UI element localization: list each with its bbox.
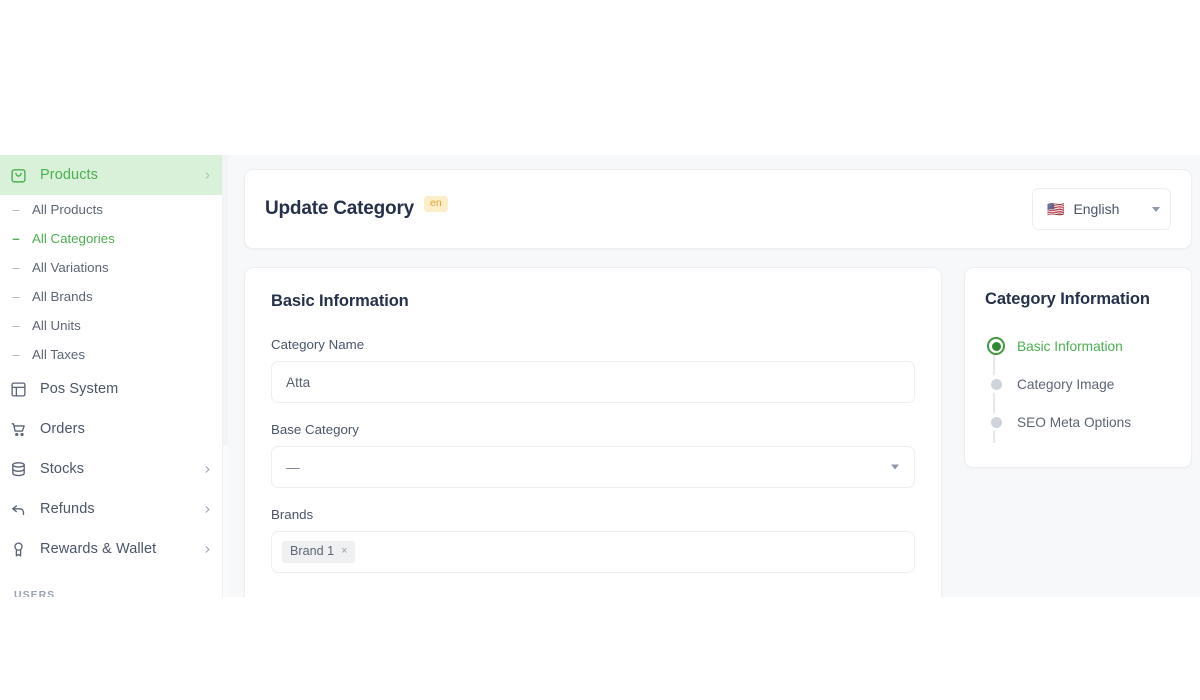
chevron-right-icon — [200, 542, 214, 556]
field-category-name: Category Name — [271, 337, 915, 403]
award-icon — [8, 539, 28, 559]
sidebar-item-products[interactable]: Products — [0, 155, 228, 195]
app-viewport: Products – All Products – All Categories… — [0, 155, 1200, 597]
category-information-heading: Category Information — [985, 290, 1150, 308]
page-title-wrap: Update Category en — [265, 196, 448, 220]
chevron-right-icon — [200, 462, 214, 476]
bag-icon — [8, 165, 28, 185]
step-seo-meta-options[interactable]: SEO Meta Options — [987, 403, 1171, 441]
brands-input[interactable]: Brand 1 × — [271, 531, 915, 573]
sidebar-subitem-all-products[interactable]: – All Products — [0, 195, 228, 224]
sidebar-section-users: USERS — [14, 589, 56, 597]
sidebar-item-label: Refunds — [40, 501, 95, 517]
main-content: Update Category en 🇺🇸 English Basic Info… — [228, 155, 1200, 597]
sidebar-item-label: Pos System — [40, 381, 119, 397]
sidebar-subitem-label: All Categories — [32, 231, 115, 246]
flag-us-icon: 🇺🇸 — [1047, 201, 1065, 217]
sidebar-scrollbar-thumb[interactable] — [223, 155, 228, 445]
sidebar: Products – All Products – All Categories… — [0, 155, 228, 597]
base-category-select[interactable]: — — [271, 446, 915, 488]
category-information-card: Category Information Basic Information C… — [964, 267, 1192, 468]
field-base-category: Base Category — — [271, 422, 915, 488]
layout-grid-icon — [8, 379, 28, 399]
sidebar-subitem-all-brands[interactable]: – All Brands — [0, 282, 228, 311]
category-information-stepper: Basic Information Category Image SEO Met… — [985, 327, 1171, 443]
step-category-image[interactable]: Category Image — [987, 365, 1171, 403]
chevron-right-icon — [200, 502, 214, 516]
dash-bullet-icon: – — [12, 231, 20, 246]
sidebar-subitems-products: – All Products – All Categories – All Va… — [0, 195, 228, 369]
category-name-label: Category Name — [271, 337, 365, 352]
step-label: Category Image — [1017, 376, 1115, 392]
step-dot-icon — [987, 413, 1005, 431]
sidebar-item-rewards-wallet[interactable]: Rewards & Wallet — [0, 529, 228, 569]
step-basic-information[interactable]: Basic Information — [987, 327, 1171, 365]
sidebar-subitem-all-units[interactable]: – All Units — [0, 311, 228, 340]
sidebar-subitem-label: All Units — [32, 318, 81, 333]
step-label: SEO Meta Options — [1017, 414, 1132, 430]
step-dot-icon — [987, 375, 1005, 393]
brands-label: Brands — [271, 507, 314, 522]
sidebar-item-label: Rewards & Wallet — [40, 541, 157, 557]
sidebar-item-label: Products — [40, 167, 99, 183]
database-icon — [8, 459, 28, 479]
language-badge: en — [424, 196, 448, 212]
dash-bullet-icon: – — [12, 347, 20, 362]
sidebar-subitem-label: All Taxes — [32, 347, 85, 362]
sidebar-subitem-all-taxes[interactable]: – All Taxes — [0, 340, 228, 369]
step-label: Basic Information — [1017, 338, 1123, 354]
sidebar-subitem-label: All Products — [32, 202, 103, 217]
dash-bullet-icon: – — [12, 318, 20, 333]
sidebar-item-orders[interactable]: Orders — [0, 409, 228, 449]
brand-chip-label: Brand 1 — [290, 543, 335, 558]
chevron-down-icon — [1152, 206, 1160, 212]
page-header-card: Update Category en 🇺🇸 English — [244, 169, 1192, 249]
sidebar-item-pos-system[interactable]: Pos System — [0, 369, 228, 409]
field-brands: Brands Brand 1 × — [271, 507, 915, 573]
sidebar-subitem-all-categories[interactable]: – All Categories — [0, 224, 228, 253]
sidebar-subitem-all-variations[interactable]: – All Variations — [0, 253, 228, 282]
language-select-value: English — [1073, 201, 1120, 217]
page-title: Update Category — [265, 198, 415, 219]
base-category-select-wrap: — — [271, 446, 915, 488]
sidebar-subitem-label: All Brands — [32, 289, 93, 304]
sidebar-scrollbar[interactable] — [222, 155, 228, 597]
sidebar-item-stocks[interactable]: Stocks — [0, 449, 228, 489]
remove-chip-icon[interactable]: × — [341, 545, 347, 557]
base-category-label: Base Category — [271, 422, 359, 437]
basic-information-card: Basic Information Category Name Base Cat… — [244, 267, 942, 597]
dash-bullet-icon: – — [12, 289, 20, 304]
cart-icon — [8, 419, 28, 439]
sidebar-item-refunds[interactable]: Refunds — [0, 489, 228, 529]
sidebar-item-label: Stocks — [40, 461, 85, 477]
basic-information-heading: Basic Information — [271, 292, 409, 310]
dash-bullet-icon: – — [12, 260, 20, 275]
dash-bullet-icon: – — [12, 202, 20, 217]
undo-arrow-icon — [8, 499, 28, 519]
sidebar-subitem-label: All Variations — [32, 260, 109, 275]
language-select[interactable]: 🇺🇸 English — [1032, 188, 1171, 230]
step-dot-active-icon — [987, 337, 1005, 355]
brand-chip[interactable]: Brand 1 × — [282, 540, 355, 564]
content-columns: Basic Information Category Name Base Cat… — [244, 267, 1192, 597]
chevron-right-icon — [200, 168, 214, 182]
category-name-input[interactable] — [271, 361, 915, 403]
sidebar-item-label: Orders — [40, 421, 85, 437]
